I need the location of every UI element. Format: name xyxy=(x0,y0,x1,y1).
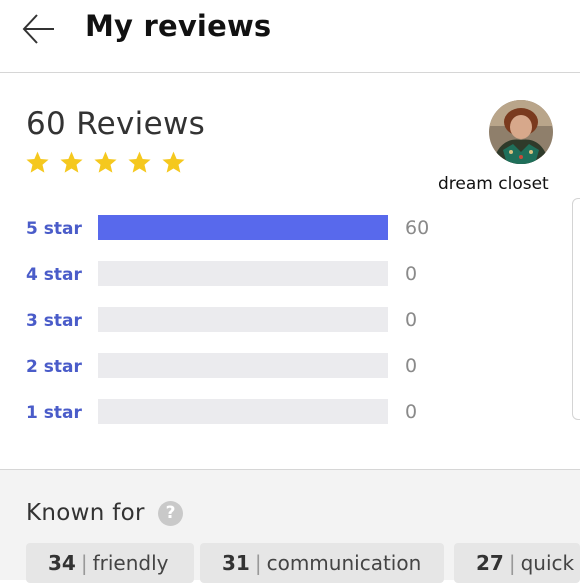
tag-separator: | xyxy=(80,551,88,575)
known-for-title: Known for xyxy=(26,500,145,526)
rating-row-1[interactable]: 1 star 0 xyxy=(0,399,460,429)
app-header: My reviews xyxy=(0,0,580,73)
rating-bar-track xyxy=(98,261,388,286)
back-button[interactable] xyxy=(20,10,60,48)
known-for-tag[interactable]: 34 | friendly xyxy=(26,543,194,583)
rating-label[interactable]: 2 star xyxy=(26,357,82,377)
avatar-image xyxy=(489,100,553,164)
rating-row-3[interactable]: 3 star 0 xyxy=(0,307,460,337)
star-icon xyxy=(128,151,151,173)
rating-count: 0 xyxy=(405,263,418,285)
rating-bar-track xyxy=(98,399,388,424)
rating-bar-track xyxy=(98,353,388,378)
back-arrow-icon xyxy=(22,14,54,44)
reviews-count-title: 60 Reviews xyxy=(26,106,206,142)
rating-count: 0 xyxy=(405,309,418,331)
rating-row-5[interactable]: 5 star 60 xyxy=(0,215,460,245)
tag-label: friendly xyxy=(92,551,169,575)
rating-label[interactable]: 1 star xyxy=(26,403,82,423)
known-for-tag[interactable]: 31 | communication xyxy=(200,543,444,583)
profile-name[interactable]: dream closet xyxy=(438,174,549,194)
tag-separator: | xyxy=(254,551,262,575)
star-icon xyxy=(162,151,185,173)
rating-label[interactable]: 5 star xyxy=(26,219,82,239)
tag-count: 27 xyxy=(476,551,504,575)
star-icon xyxy=(94,151,117,173)
help-icon[interactable]: ? xyxy=(158,501,183,526)
overall-rating-stars xyxy=(25,150,186,175)
tag-label: communication xyxy=(266,551,422,575)
known-for-tag[interactable]: 27|quick s xyxy=(454,543,580,583)
rating-row-4[interactable]: 4 star 0 xyxy=(0,261,460,291)
tag-separator: | xyxy=(508,551,516,575)
side-panel-edge xyxy=(572,198,580,420)
rating-bar-track xyxy=(98,215,388,240)
star-icon xyxy=(26,151,49,173)
star-icon xyxy=(60,151,83,173)
avatar[interactable] xyxy=(489,100,553,164)
rating-count: 0 xyxy=(405,401,418,423)
page-title: My reviews xyxy=(85,9,272,43)
rating-label[interactable]: 4 star xyxy=(26,265,82,285)
rating-count: 0 xyxy=(405,355,418,377)
tag-count: 34 xyxy=(48,551,76,575)
tag-label: quick s xyxy=(520,551,580,575)
rating-bar-fill xyxy=(98,215,388,240)
tag-count: 31 xyxy=(222,551,250,575)
rating-label[interactable]: 3 star xyxy=(26,311,82,331)
rating-bar-track xyxy=(98,307,388,332)
rating-count: 60 xyxy=(405,217,430,239)
rating-row-2[interactable]: 2 star 0 xyxy=(0,353,460,383)
